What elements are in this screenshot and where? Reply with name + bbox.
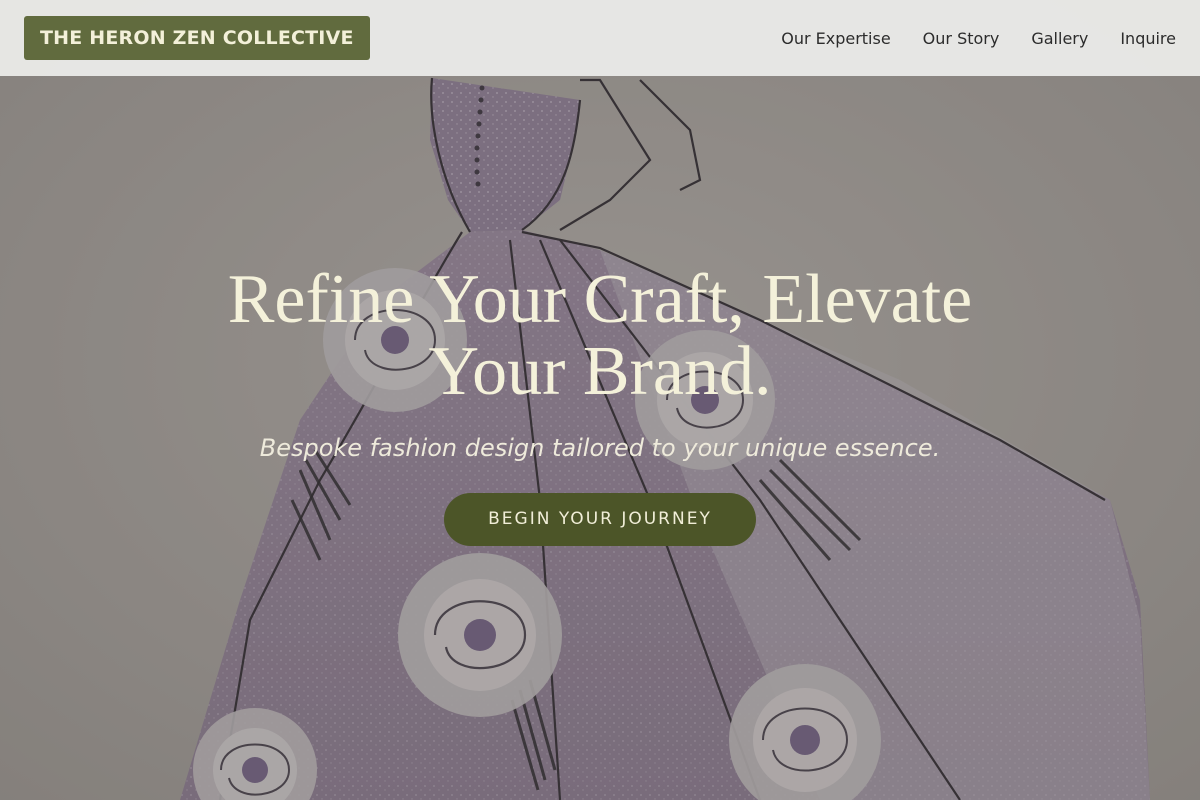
hero-subtitle: Bespoke fashion design tailored to your … [259,434,941,462]
site-header: THE HERON ZEN COLLECTIVE Our Expertise O… [0,0,1200,76]
main-nav: Our Expertise Our Story Gallery Inquire [749,29,1176,48]
brand-logo[interactable]: THE HERON ZEN COLLECTIVE [24,16,370,60]
begin-journey-button[interactable]: BEGIN YOUR JOURNEY [444,493,756,546]
hero-title-line-2: Your Brand. [428,333,772,410]
nav-link-our-story[interactable]: Our Story [923,29,1000,48]
nav-link-gallery[interactable]: Gallery [1031,29,1088,48]
hero-title-line-1: Refine Your Craft, Elevate [227,261,973,338]
nav-link-our-expertise[interactable]: Our Expertise [781,29,890,48]
hero-title: Refine Your Craft, Elevate Your Brand. [150,264,1050,408]
nav-link-inquire[interactable]: Inquire [1120,29,1176,48]
hero-section: Refine Your Craft, Elevate Your Brand. B… [0,0,1200,800]
